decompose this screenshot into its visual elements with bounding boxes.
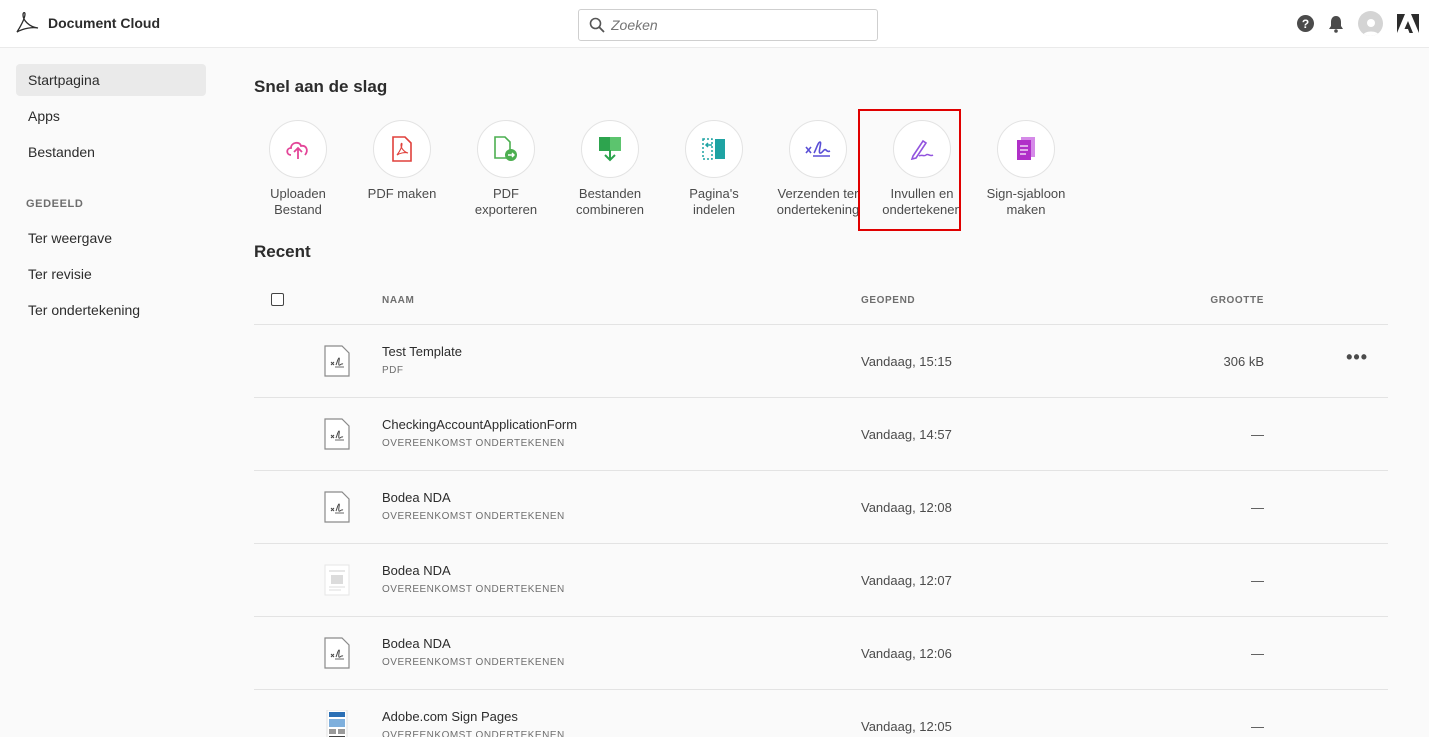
search-icon [589, 17, 605, 33]
sidebar-item-ter-weergave[interactable]: Ter weergave [16, 222, 206, 254]
acrobat-logo-icon [16, 12, 39, 33]
sidebar-item-ter-revisie[interactable]: Ter revisie [16, 258, 206, 290]
create-pdf-icon [392, 136, 412, 162]
tool-combine-files[interactable]: Bestanden combineren [566, 120, 654, 218]
sign-document-icon [324, 491, 350, 523]
file-name[interactable]: CheckingAccountApplicationForm [382, 417, 577, 432]
tool-label: Invullen en ondertekenen [882, 186, 962, 217]
quick-start-title: Snel aan de slag [254, 77, 388, 96]
file-type: PDF [382, 365, 404, 376]
sidebar-item-ter-ondertekening[interactable]: Ter ondertekening [16, 294, 206, 326]
bell-icon[interactable] [1328, 15, 1344, 33]
document-thumbnail-icon [324, 564, 350, 596]
file-size: — [1251, 646, 1264, 661]
file-size: — [1251, 427, 1264, 442]
organize-pages-icon [702, 138, 725, 160]
tool-label: Uploaden Bestand [270, 186, 326, 217]
tool-label: Sign-sjabloon maken [986, 186, 1066, 217]
sign-template-icon [1017, 137, 1035, 160]
file-type: OVEREENKOMST ONDERTEKENEN [382, 511, 565, 522]
tool-circle [581, 120, 639, 178]
sidebar-item-bestanden[interactable]: Bestanden [16, 136, 206, 168]
file-opened: Vandaag, 12:08 [861, 500, 952, 515]
file-size: — [1251, 573, 1264, 588]
file-size: — [1251, 719, 1264, 734]
tool-circle [373, 120, 431, 178]
file-name[interactable]: Bodea NDA [382, 636, 451, 651]
file-name[interactable]: Bodea NDA [382, 490, 451, 505]
tool-label: PDF exporteren [474, 186, 538, 217]
tool-sign-template[interactable]: Sign-sjabloon maken [982, 120, 1070, 218]
tool-export-pdf[interactable]: PDF exporteren [462, 120, 550, 218]
tool-circle [893, 120, 951, 178]
table-row[interactable]: Test Template PDF Vandaag, 15:15 306 kB … [254, 325, 1388, 398]
tool-label: Verzenden ter ondertekening [776, 186, 860, 217]
file-name[interactable]: Test Template [382, 344, 462, 359]
file-type: OVEREENKOMST ONDERTEKENEN [382, 657, 565, 668]
table-row[interactable]: CheckingAccountApplicationForm OVEREENKO… [254, 398, 1388, 471]
export-pdf-icon [494, 136, 517, 161]
tool-create-pdf[interactable]: PDF maken [358, 120, 446, 218]
file-opened: Vandaag, 15:15 [861, 354, 952, 369]
quick-tools: Uploaden Bestand PDF maken PDF exportere… [254, 109, 1086, 231]
sign-document-icon [324, 345, 350, 377]
file-opened: Vandaag, 14:57 [861, 427, 952, 442]
combine-files-icon [599, 137, 621, 162]
send-for-signature-icon [805, 141, 831, 157]
tool-send-for-signature[interactable]: Verzenden ter ondertekening [774, 120, 862, 218]
tool-circle [269, 120, 327, 178]
tool-label: Pagina's indelen [689, 186, 739, 217]
upload-cloud-icon [286, 141, 308, 159]
top-bar: Document Cloud ? [0, 0, 1429, 48]
recent-table: NAAM GEOPEND GROOTTE Test Template PDF V… [254, 276, 1388, 737]
tool-circle [789, 120, 847, 178]
sign-document-icon [324, 418, 350, 450]
file-opened: Vandaag, 12:07 [861, 573, 952, 588]
tool-circle [477, 120, 535, 178]
file-type: OVEREENKOMST ONDERTEKENEN [382, 438, 565, 449]
top-icons: ? [1297, 11, 1419, 36]
column-header-size[interactable]: GROOTTE [1210, 295, 1264, 306]
adobe-logo-icon[interactable] [1397, 13, 1419, 34]
sign-document-icon [324, 637, 350, 669]
search-input[interactable] [611, 17, 851, 33]
sidebar-item-apps[interactable]: Apps [16, 100, 206, 132]
file-type: OVEREENKOMST ONDERTEKENEN [382, 584, 565, 595]
more-options-icon[interactable]: ••• [1346, 347, 1368, 368]
sidebar-section-shared: GEDEELD [26, 198, 84, 210]
column-header-name[interactable]: NAAM [382, 295, 414, 306]
table-row[interactable]: Bodea NDA OVEREENKOMST ONDERTEKENEN Vand… [254, 617, 1388, 690]
tool-organize-pages[interactable]: Pagina's indelen [670, 120, 758, 218]
search-box[interactable] [578, 9, 878, 41]
help-icon[interactable]: ? [1297, 15, 1314, 32]
app-title: Document Cloud [48, 15, 160, 31]
fill-and-sign-icon [910, 139, 934, 160]
user-icon [1362, 19, 1379, 36]
sidebar-item-startpagina[interactable]: Startpagina [16, 64, 206, 96]
sidebar: Startpagina Apps Bestanden GEDEELD Ter w… [16, 64, 206, 330]
tool-label: Bestanden combineren [576, 186, 644, 217]
file-opened: Vandaag, 12:05 [861, 719, 952, 734]
tool-upload[interactable]: Uploaden Bestand [254, 120, 342, 218]
select-all-checkbox[interactable] [271, 293, 284, 306]
file-type: OVEREENKOMST ONDERTEKENEN [382, 730, 565, 737]
file-name[interactable]: Adobe.com Sign Pages [382, 709, 518, 724]
file-size: 306 kB [1223, 354, 1264, 369]
file-name[interactable]: Bodea NDA [382, 563, 451, 578]
web-page-thumbnail-icon [326, 710, 348, 737]
column-header-opened[interactable]: GEOPEND [861, 295, 915, 306]
tool-circle [685, 120, 743, 178]
tool-fill-and-sign[interactable]: Invullen en ondertekenen [858, 109, 966, 231]
avatar[interactable] [1358, 11, 1383, 36]
tool-circle [997, 120, 1055, 178]
brand[interactable]: Document Cloud [14, 12, 160, 34]
table-header: NAAM GEOPEND GROOTTE [254, 276, 1388, 325]
tool-label: PDF maken [367, 186, 437, 201]
table-row[interactable]: Adobe.com Sign Pages OVEREENKOMST ONDERT… [254, 690, 1388, 737]
table-row[interactable]: Bodea NDA OVEREENKOMST ONDERTEKENEN Vand… [254, 544, 1388, 617]
file-opened: Vandaag, 12:06 [861, 646, 952, 661]
table-row[interactable]: Bodea NDA OVEREENKOMST ONDERTEKENEN Vand… [254, 471, 1388, 544]
recent-title: Recent [254, 242, 311, 261]
file-size: — [1251, 500, 1264, 515]
